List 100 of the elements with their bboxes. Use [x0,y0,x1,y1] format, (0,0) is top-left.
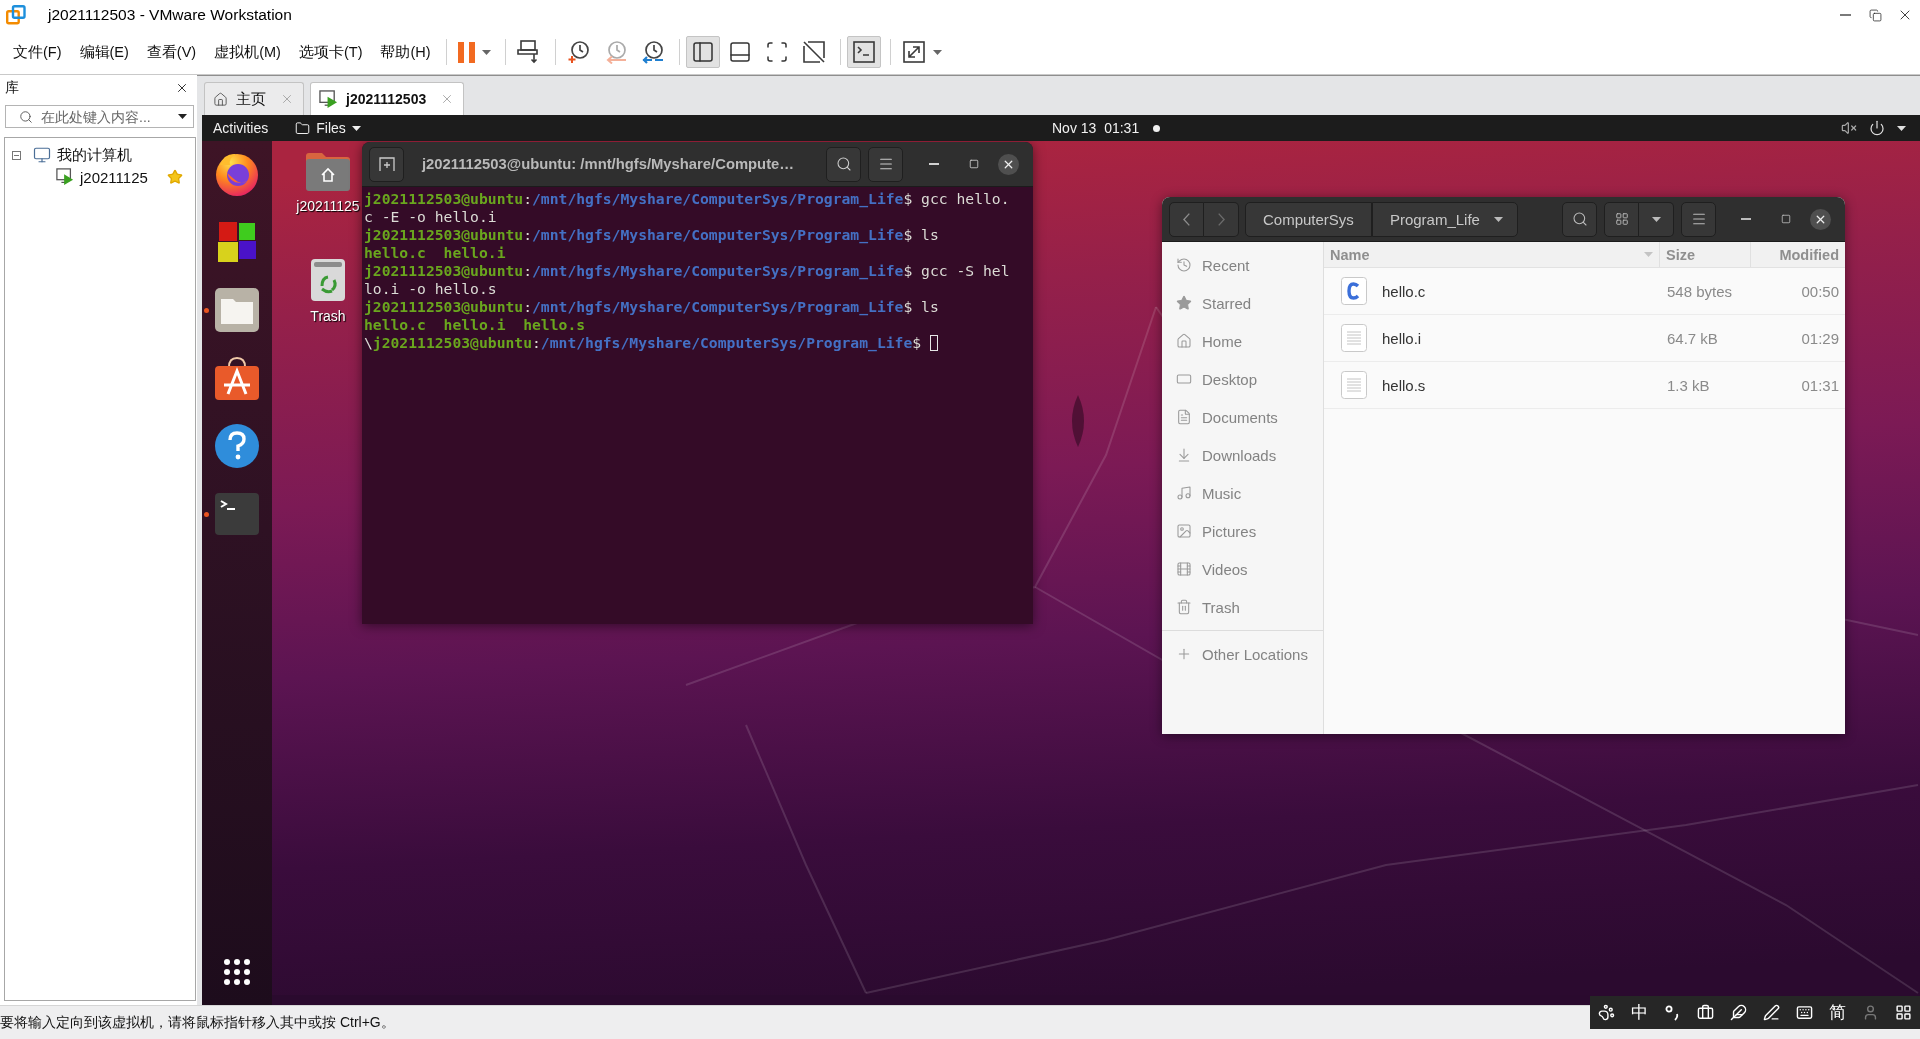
music-note-icon [1176,485,1192,501]
sort-caret-icon [1644,252,1653,257]
sidebar-item[interactable]: Home [1162,322,1323,360]
search-button[interactable] [1562,201,1597,237]
search-button[interactable] [826,146,861,182]
minimize-icon [1741,218,1751,220]
search-field[interactable]: 在此处键入内容... [5,105,194,128]
search-icon [19,109,33,124]
feather-icon[interactable] [1730,1004,1747,1021]
view-button[interactable] [1604,201,1639,237]
caret-icon [1897,125,1906,131]
sidebar-item[interactable]: Other Locations [1162,635,1323,673]
terminal-line: c -E -o hello.i [364,208,497,226]
toolbar-button[interactable] [846,36,881,68]
file-row[interactable]: hello.s 1.3 kB 01:31 [1324,362,1845,409]
tree-item[interactable]: 我的计算机 [56,145,133,165]
path-button[interactable]: Program_Life [1371,201,1518,237]
menu-icon [877,156,894,172]
clock-arrows-icon [640,40,665,64]
text-file-icon [1341,324,1367,352]
sidebar-item[interactable]: Documents [1162,398,1323,436]
sidebar-item[interactable]: Recent [1162,246,1323,284]
folder-icon[interactable] [214,287,260,333]
desktop-icon-label: j20211125 [296,198,360,214]
home-folder-icon[interactable] [305,152,351,192]
close-icon[interactable] [175,81,189,95]
tab[interactable]: 主页 [204,82,304,115]
panel-left-icon [690,40,715,64]
punctuation-icon[interactable] [1664,1004,1681,1021]
menu-item[interactable]: 编辑(E) [70,42,138,62]
sidebar-item[interactable]: Trash [1162,588,1323,626]
path-button[interactable]: ComputerSys [1245,201,1372,237]
minimize-icon [1839,14,1851,16]
menu-item[interactable]: 虚拟机(M) [205,42,290,62]
vm-monitor-icon [319,89,338,109]
expand-arrows-icon [901,40,926,64]
close-button[interactable] [1810,208,1831,230]
sidebar-item[interactable]: Pictures [1162,512,1323,550]
app-grid-icon[interactable] [224,959,250,985]
toolbar-button[interactable] [685,36,720,68]
star-icon [1176,295,1192,311]
file-row[interactable]: hello.c 548 bytes 00:50 [1324,268,1845,315]
terminal-line: j2021112503@ubuntu:/mnt/hgfs/Myshare/ComputerSys/Program_Life$ gcc hello. [364,190,1010,208]
sidebar-item[interactable]: Starred [1162,284,1323,322]
sidebar-item[interactable]: Videos [1162,550,1323,588]
grid-icon [1614,212,1629,226]
file-name: hello.s [1381,376,1426,394]
caret-icon [351,125,361,131]
paw-icon[interactable] [1598,1004,1615,1021]
sidebar-item[interactable]: Downloads [1162,436,1323,474]
menu-button[interactable] [1681,201,1716,237]
plus-icon [1176,646,1192,662]
cat-eye [1072,395,1084,447]
power-icon[interactable] [1869,120,1885,136]
back-icon [1183,212,1190,226]
status-message: 要将输入定向到该虚拟机，请将鼠标指针移入其中或按 Ctrl+G。 [0,1013,395,1032]
sidebar-item[interactable]: Music [1162,474,1323,512]
desktop-icon-label: Trash [310,308,346,324]
desktop-icon [1176,371,1192,387]
minimize-icon [929,163,939,165]
trash-icon [1176,599,1192,615]
menu-item[interactable]: 帮助(H) [371,42,440,62]
terminal-icon[interactable] [214,492,260,536]
window-title: j2021112503@ubuntu: /mnt/hgfs/Myshare/Compute… [422,156,796,172]
pen-icon[interactable] [1763,1004,1780,1021]
home-icon [213,91,228,107]
close-button[interactable] [998,153,1019,175]
menu-item[interactable]: 查看(V) [137,42,206,62]
file-row[interactable]: hello.i 64.7 kB 01:29 [1324,315,1845,362]
speaker-muted-icon[interactable] [1841,120,1857,136]
maximize-icon [969,159,979,169]
app-menu[interactable]: Files [295,120,361,136]
menu-item[interactable]: 选项卡(T) [289,42,372,62]
help-icon[interactable] [214,423,260,469]
user-icon[interactable] [1862,1004,1879,1021]
menu-button[interactable] [868,146,903,182]
caret-icon [1493,216,1503,222]
fox-globe-icon[interactable] [214,151,260,197]
collapse-icon[interactable] [12,150,21,160]
tree-item[interactable]: j20211125 [79,168,149,186]
sidebar-item[interactable]: Desktop [1162,360,1323,398]
menu-item[interactable]: 文件(F) [4,42,71,62]
trash-bin-icon[interactable] [310,258,346,302]
ime-mode-toggle[interactable]: 中 [1631,1001,1648,1024]
toolbox-icon[interactable] [1697,1004,1714,1021]
shopping-bag-icon[interactable] [214,355,260,401]
keyboard-icon[interactable] [1796,1004,1813,1021]
caret-icon [481,49,491,55]
folder-icon [295,120,311,136]
tab[interactable]: j2021112503 [310,82,465,115]
download-icon [1176,447,1192,463]
ime-mode-toggle[interactable]: 简 [1829,1001,1846,1024]
activities-button[interactable]: Activities [213,120,269,136]
maximize-icon [1781,214,1791,224]
console-icon [851,40,876,64]
clock[interactable]: Nov 13 01:31 [1052,120,1140,136]
grid-icon[interactable] [1895,1004,1912,1021]
new-tab-button[interactable] [369,146,404,182]
terminal-line: j2021112503@ubuntu:/mnt/hgfs/Myshare/ComputerSys/Program_Life$ ls [364,226,939,244]
home-icon [1176,333,1192,349]
